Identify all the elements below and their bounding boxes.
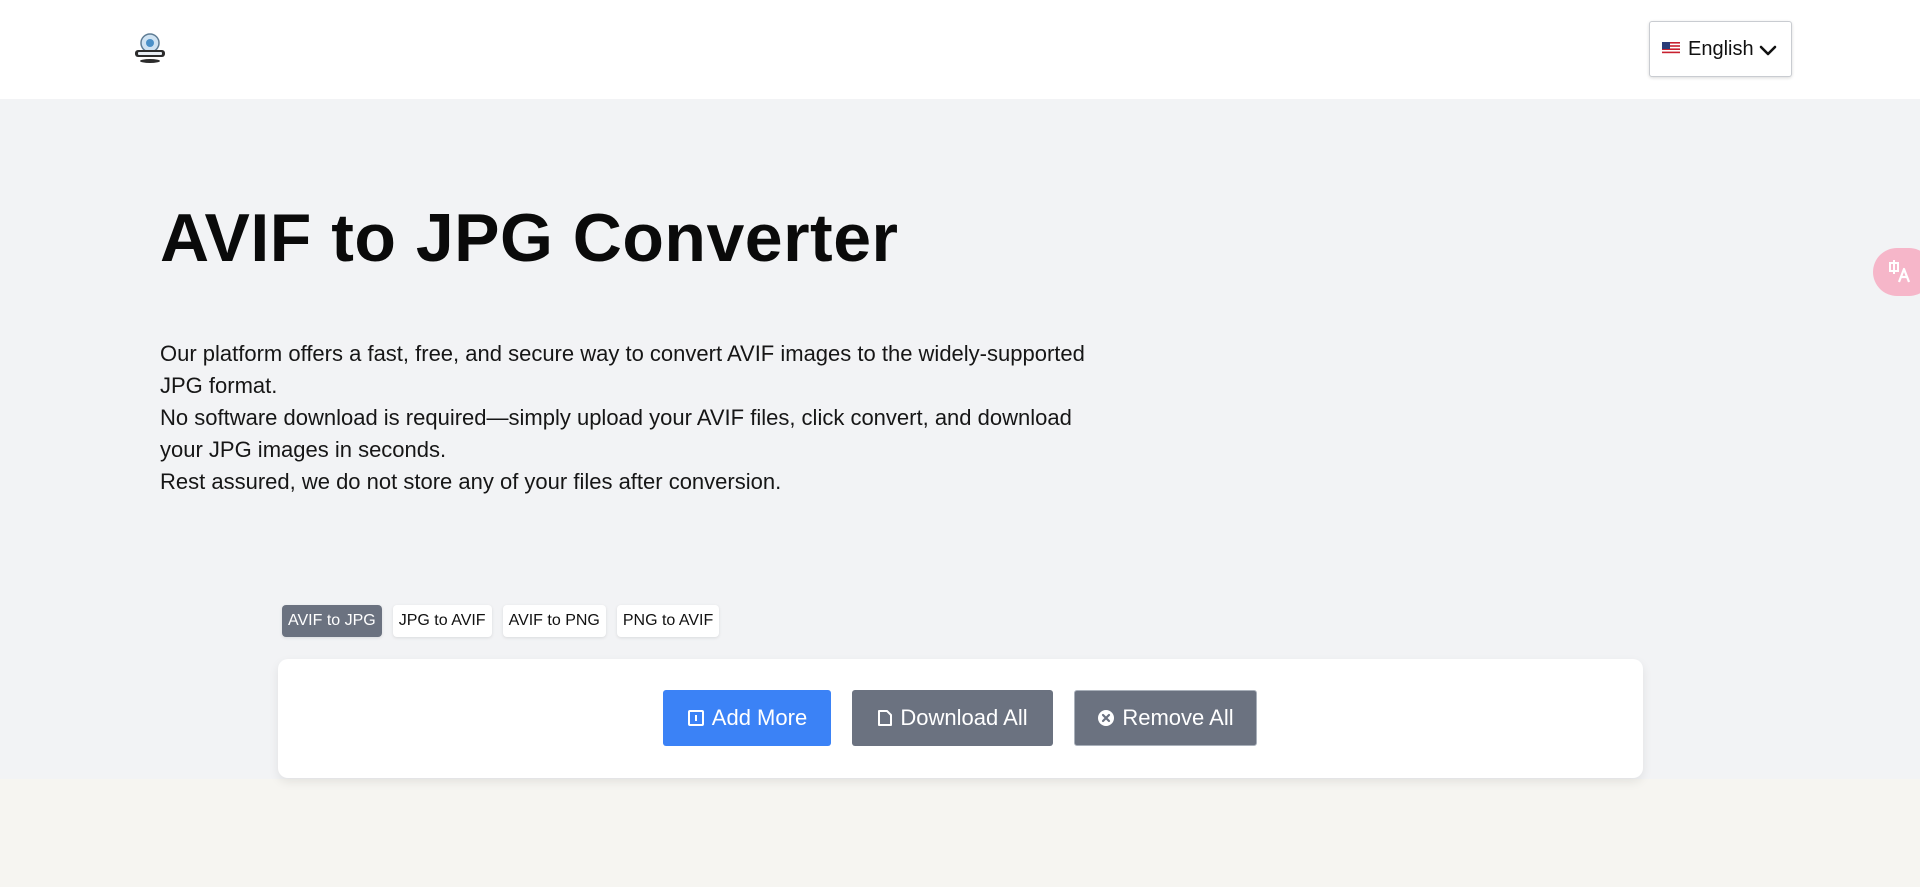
description-line: No software download is required—simply … bbox=[160, 405, 1072, 462]
tab-jpg-to-avif[interactable]: JPG to AVIF bbox=[392, 605, 492, 637]
us-flag-icon bbox=[1662, 42, 1682, 56]
language-label: English bbox=[1688, 37, 1754, 60]
logo-icon[interactable] bbox=[132, 30, 168, 66]
download-all-button[interactable]: Download All bbox=[852, 690, 1053, 746]
chevron-down-icon bbox=[1759, 40, 1777, 63]
tab-avif-to-png[interactable]: AVIF to PNG bbox=[502, 605, 606, 637]
remove-all-button[interactable]: Remove All bbox=[1074, 690, 1257, 746]
translate-icon bbox=[1889, 260, 1911, 283]
converter-tabs: AVIF to JPG JPG to AVIF AVIF to PNG PNG … bbox=[282, 605, 720, 637]
site-header: English bbox=[0, 0, 1920, 99]
add-more-label: Add More bbox=[711, 705, 808, 730]
translate-button[interactable] bbox=[1873, 248, 1920, 296]
description-line: Our platform offers a fast, free, and se… bbox=[160, 341, 1085, 398]
close-circle-icon bbox=[1098, 710, 1115, 726]
add-more-button[interactable]: Add More bbox=[663, 690, 831, 746]
tab-avif-to-jpg[interactable]: AVIF to JPG bbox=[282, 605, 382, 637]
language-select[interactable]: English bbox=[1649, 21, 1792, 77]
tab-png-to-avif[interactable]: PNG to AVIF bbox=[616, 605, 720, 637]
description-line: Rest assured, we do not store any of you… bbox=[160, 469, 782, 494]
download-icon bbox=[878, 710, 893, 726]
download-all-label: Download All bbox=[900, 705, 1028, 730]
page-description: Our platform offers a fast, free, and se… bbox=[160, 338, 1120, 498]
converter-panel: Add More Download All Remove All bbox=[278, 659, 1643, 778]
page-title: AVIF to JPG Converter bbox=[160, 200, 899, 276]
remove-all-label: Remove All bbox=[1122, 705, 1234, 730]
add-file-icon bbox=[687, 710, 704, 726]
